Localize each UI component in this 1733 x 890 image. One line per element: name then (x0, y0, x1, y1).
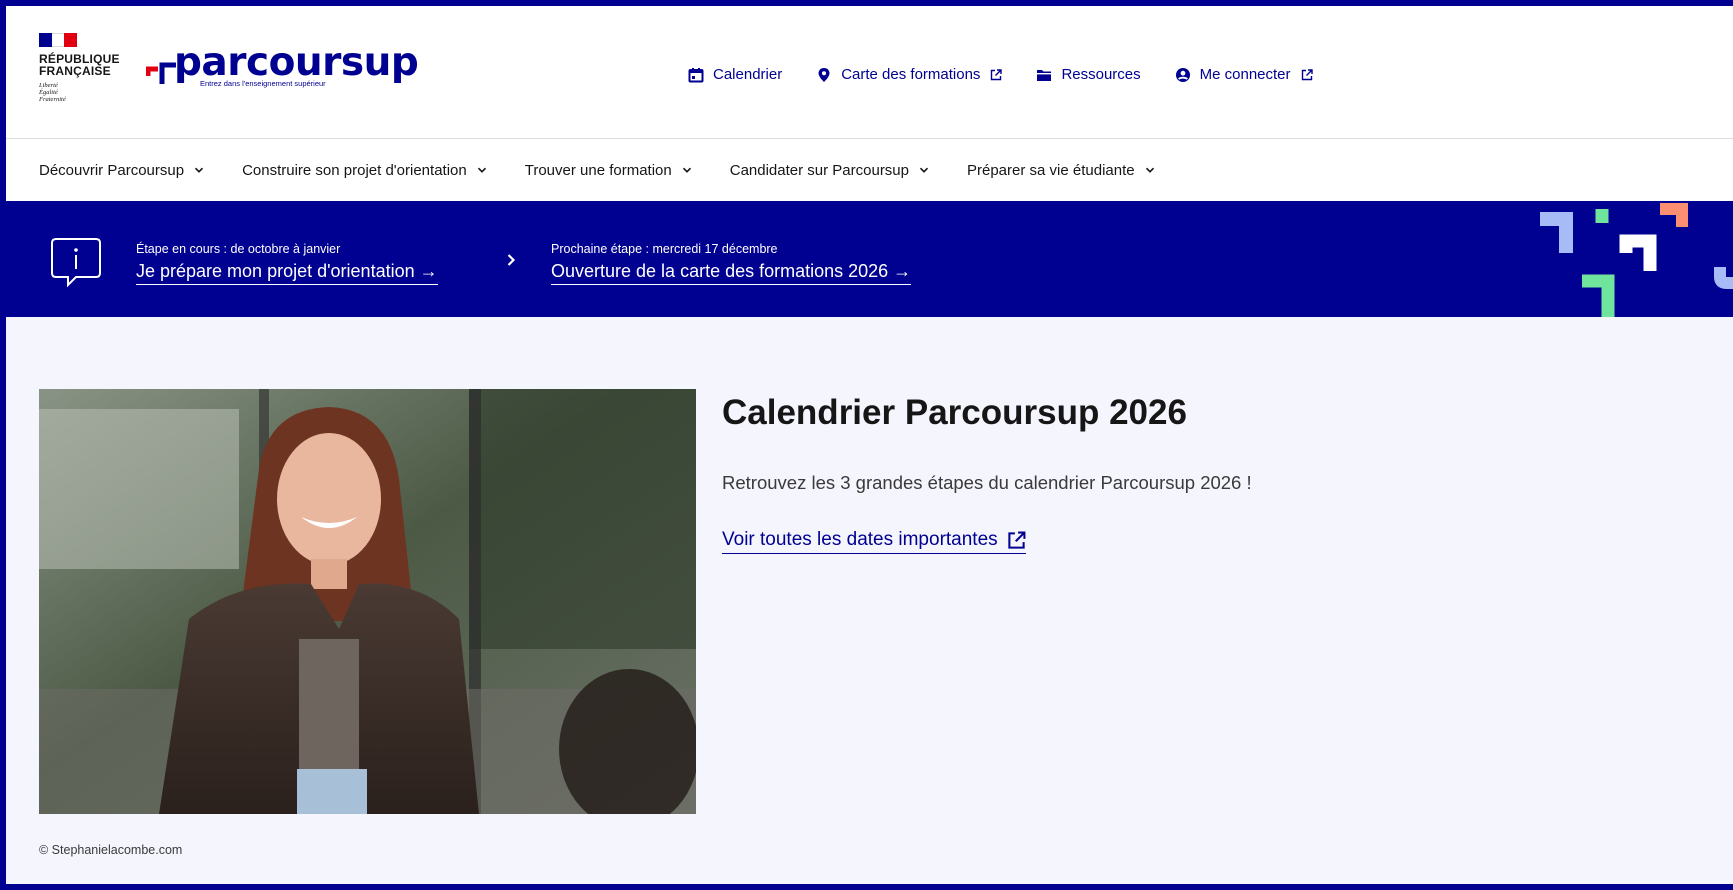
chevron-right-icon (504, 253, 518, 267)
nav-construire-projet[interactable]: Construire son projet d'orientation (242, 162, 487, 179)
calendar-section: © Stephanielacombe.com Calendrier Parcou… (6, 317, 1733, 884)
browser-page: RÉPUBLIQUE FRANÇAISE Liberté Égalité Fra… (6, 6, 1733, 884)
account-icon (1175, 67, 1191, 83)
voir-toutes-les-dates-label: Voir toutes les dates importantes (722, 529, 998, 550)
next-step-date: Prochaine étape : mercredi 17 décembre (551, 242, 778, 256)
calendrier-label: Calendrier (713, 66, 783, 83)
main-navigation: Découvrir Parcoursup Construire son proj… (6, 140, 1733, 200)
parcoursup-tagline: Entrez dans l'enseignement supérieur (200, 79, 326, 88)
info-bubble-icon (46, 233, 106, 291)
chevron-down-icon (1145, 165, 1155, 175)
carte-des-formations-link[interactable]: Carte des formations (816, 66, 1003, 83)
page-title: Calendrier Parcoursup 2026 (722, 393, 1187, 432)
chevron-down-icon (477, 165, 487, 175)
calendar-icon (688, 67, 704, 83)
decorative-arrows-icon (1526, 201, 1733, 317)
me-connecter-link[interactable]: Me connecter (1175, 66, 1313, 83)
nav-preparer-vie-etudiante[interactable]: Préparer sa vie étudiante (967, 162, 1155, 179)
intro-text: Retrouvez les 3 grandes étapes du calend… (722, 472, 1252, 493)
top-navigation: Calendrier Carte des formations Ressourc… (688, 66, 1347, 83)
republique-francaise-text: RÉPUBLIQUE FRANÇAISE (39, 52, 120, 78)
folder-icon (1036, 67, 1052, 83)
chevron-down-icon (194, 165, 204, 175)
next-step-link[interactable]: Ouverture de la carte des formations 202… (551, 259, 912, 285)
ressources-label: Ressources (1061, 66, 1141, 83)
nav-decouvrir-parcoursup[interactable]: Découvrir Parcoursup (39, 162, 204, 179)
chevron-down-icon (919, 165, 929, 175)
republique-francaise-logo[interactable]: RÉPUBLIQUE FRANÇAISE Liberté Égalité Fra… (39, 33, 139, 123)
nav-trouver-formation[interactable]: Trouver une formation (525, 162, 692, 179)
current-step-link[interactable]: Je prépare mon projet d'orientation → (136, 259, 438, 285)
site-header: RÉPUBLIQUE FRANÇAISE Liberté Égalité Fra… (6, 6, 1733, 139)
ressources-link[interactable]: Ressources (1036, 66, 1141, 83)
nav-item-label: Préparer sa vie étudiante (967, 161, 1135, 179)
map-pin-icon (816, 67, 832, 83)
photo-credit: © Stephanielacombe.com (39, 843, 183, 857)
french-flag-icon (39, 33, 78, 47)
calendrier-link[interactable]: Calendrier (688, 66, 782, 83)
current-step: Étape en cours : de octobre à janvier Je… (136, 241, 438, 285)
current-step-period: Étape en cours : de octobre à janvier (136, 242, 341, 256)
nav-candidater[interactable]: Candidater sur Parcoursup (730, 162, 929, 179)
external-link-icon (1007, 531, 1026, 550)
nav-item-label: Candidater sur Parcoursup (729, 161, 909, 179)
external-link-icon (990, 68, 1003, 81)
parcoursup-logo[interactable]: parcoursup Entrez dans l'enseignement su… (146, 40, 419, 96)
nav-item-label: Construire son projet d'orientation (242, 161, 467, 179)
me-connecter-label: Me connecter (1199, 66, 1291, 83)
carte-des-formations-label: Carte des formations (841, 66, 981, 83)
student-photo (39, 389, 696, 814)
next-step: Prochaine étape : mercredi 17 décembre O… (551, 241, 912, 285)
external-link-icon (1301, 68, 1313, 81)
devise-text: Liberté Égalité Fraternité (39, 82, 66, 103)
voir-toutes-les-dates-link[interactable]: Voir toutes les dates importantes (722, 529, 1026, 554)
step-banner: Étape en cours : de octobre à janvier Je… (6, 201, 1733, 317)
chevron-down-icon (682, 165, 692, 175)
nav-item-label: Trouver une formation (524, 161, 672, 179)
nav-item-label: Découvrir Parcoursup (39, 161, 185, 179)
